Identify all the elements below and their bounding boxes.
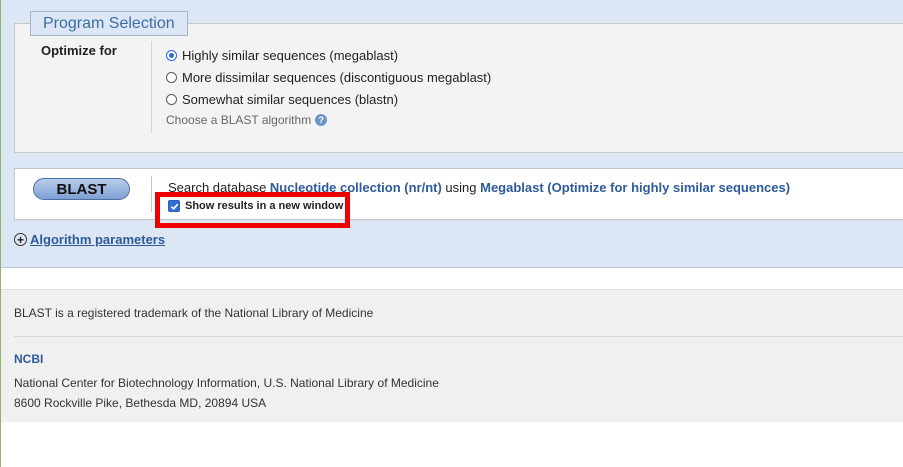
address-line-1: National Center for Biotechnology Inform…	[14, 376, 439, 390]
using-text: using	[441, 180, 481, 195]
algorithm-name: Megablast (Optimize for highly similar s…	[480, 180, 791, 195]
highlight-box	[155, 192, 350, 228]
program-selection-legend: Program Selection	[30, 11, 188, 36]
radio-label: Highly similar sequences (megablast)	[182, 47, 399, 63]
radio-discontiguous-megablast[interactable]: More dissimilar sequences (discontiguous…	[166, 68, 491, 86]
radio-blastn[interactable]: Somewhat similar sequences (blastn)	[166, 90, 398, 108]
optimize-for-label: Optimize for	[41, 43, 117, 58]
divider	[151, 176, 152, 212]
hint-text: Choose a BLAST algorithm	[166, 113, 312, 127]
expand-plus-icon[interactable]: +	[14, 233, 27, 246]
divider	[151, 41, 152, 133]
blast-form: Program Selection Optimize for Highly si…	[1, 0, 903, 268]
algorithm-hint: Choose a BLAST algorithm ?	[166, 113, 328, 127]
algorithm-parameters-toggle[interactable]: + Algorithm parameters	[14, 232, 165, 247]
algorithm-parameters-link[interactable]: Algorithm parameters	[30, 232, 165, 247]
ncbi-link[interactable]: NCBI	[14, 352, 43, 366]
radio-megablast[interactable]: Highly similar sequences (megablast)	[166, 46, 398, 64]
address-line-2: 8600 Rockville Pike, Bethesda MD, 20894 …	[14, 396, 267, 410]
footer-divider	[14, 336, 903, 337]
radio-label: More dissimilar sequences (discontiguous…	[182, 69, 492, 85]
radio-label: Somewhat similar sequences (blastn)	[182, 91, 399, 107]
radio-checked-icon[interactable]	[166, 49, 177, 61]
help-icon[interactable]: ?	[315, 114, 328, 126]
radio-unchecked-icon[interactable]	[166, 71, 177, 83]
page-footer: BLAST is a registered trademark of the N…	[1, 289, 903, 422]
blast-submit-button[interactable]: BLAST	[33, 178, 130, 200]
radio-unchecked-icon[interactable]	[166, 93, 177, 105]
program-selection-fieldset	[14, 23, 903, 153]
trademark-text: BLAST is a registered trademark of the N…	[14, 306, 374, 320]
